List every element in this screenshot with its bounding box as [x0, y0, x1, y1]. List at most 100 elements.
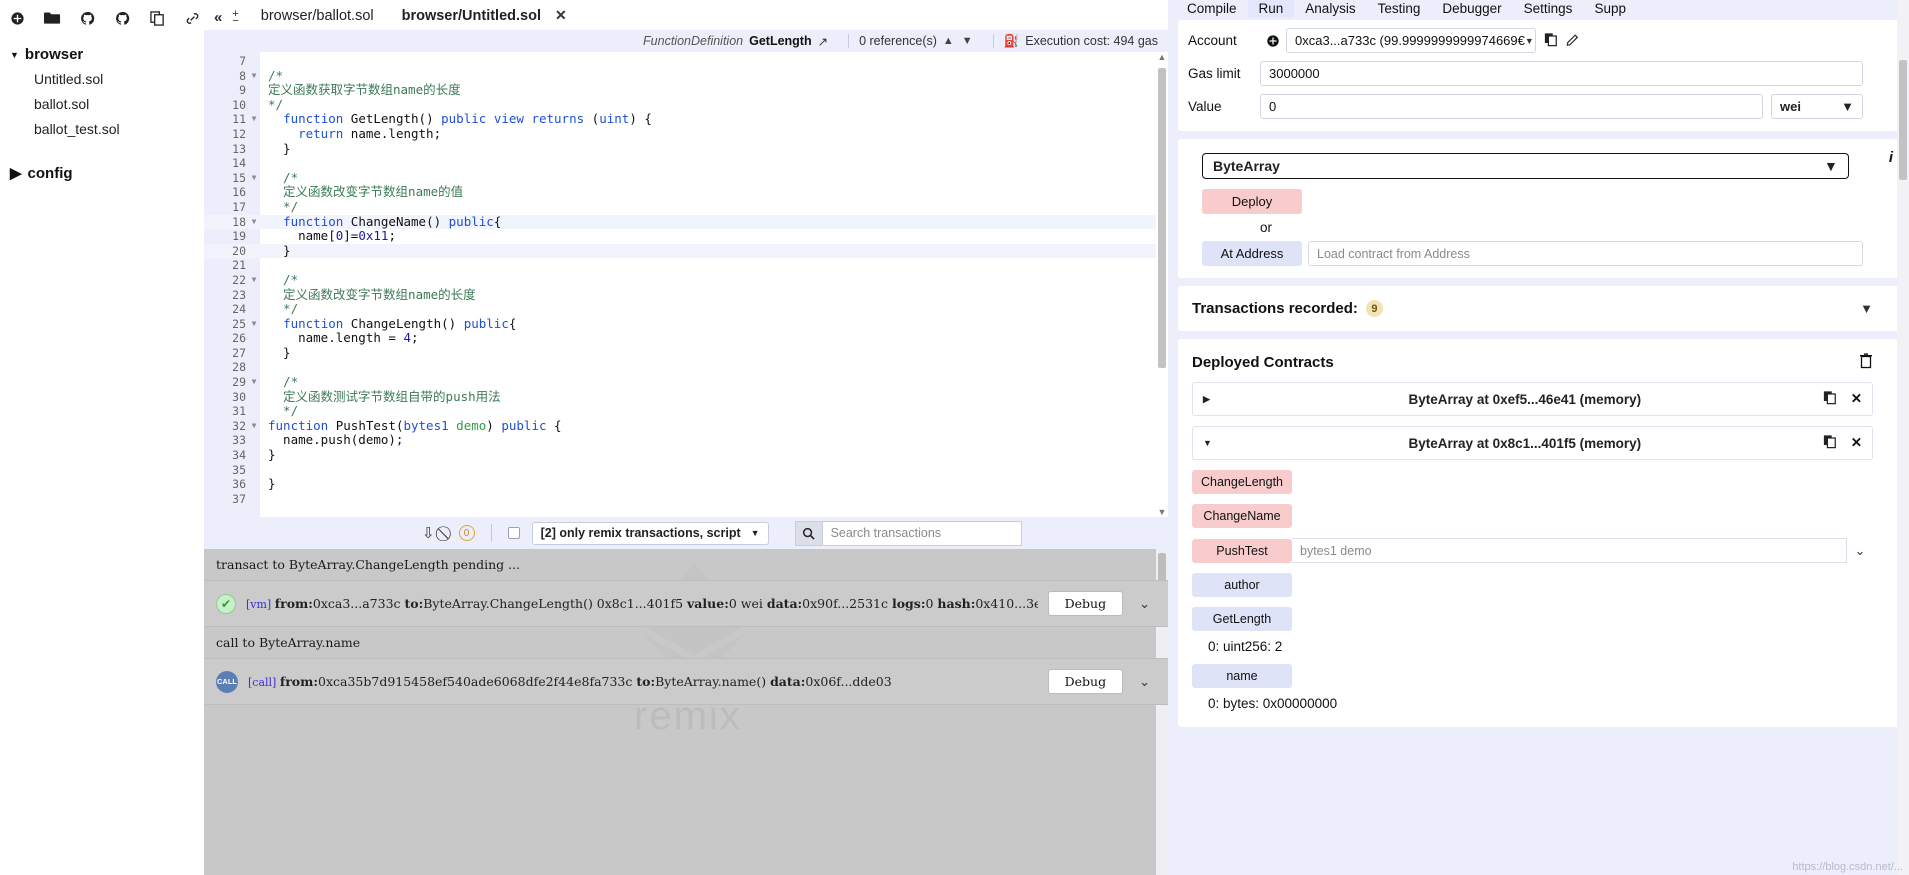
code-text: function GetLength() public view returns…: [283, 111, 652, 127]
code-editor[interactable]: 7 8 ▼/* 9 定义函数获取字节数组name的长度 10 */11 ▼ function …: [204, 52, 1168, 517]
plugin-tab-compile[interactable]: Compile: [1176, 0, 1248, 18]
tab-untitled-sol[interactable]: browser/Untitled.sol ✕: [387, 2, 581, 30]
search-input[interactable]: [821, 520, 1022, 546]
value-input[interactable]: 0: [1260, 94, 1763, 119]
fold-toggle-icon[interactable]: ▼: [248, 215, 260, 230]
info-icon[interactable]: i: [1889, 149, 1893, 166]
search-transactions[interactable]: [794, 520, 1022, 546]
plugin-tab-testing[interactable]: Testing: [1367, 0, 1432, 18]
fold-toggle-icon[interactable]: ▼: [248, 112, 260, 127]
reference-nav[interactable]: ▲ ▼: [943, 35, 973, 47]
transaction-filter-select[interactable]: [2] only remix transactions, script ▼: [531, 521, 769, 545]
fold-toggle-icon[interactable]: ▼: [248, 317, 260, 332]
fold-toggle-icon[interactable]: ▼: [248, 171, 260, 186]
function-button-pushtest[interactable]: PushTest: [1192, 538, 1292, 563]
tree-node-config[interactable]: ▶ config: [10, 164, 204, 183]
scrollbar-thumb[interactable]: [1158, 68, 1166, 368]
plugin-tab-settings[interactable]: Settings: [1513, 0, 1584, 18]
plugin-tab-debugger[interactable]: Debugger: [1431, 0, 1512, 18]
contract-select[interactable]: ByteArray ▼: [1202, 153, 1849, 179]
terminal-transaction-row[interactable]: ✔ [vm] from:0xca3...a733c to:ByteArray.Ch…: [204, 580, 1168, 627]
function-button-changelength[interactable]: ChangeLength: [1192, 470, 1292, 494]
transactions-recorded-card[interactable]: Transactions recorded: 9 ▼: [1178, 286, 1903, 331]
copy-icon[interactable]: [148, 9, 166, 27]
code-line: 18 ▼ function ChangeName() public{: [204, 214, 1168, 230]
account-select[interactable]: 0xca3...a733c (99.9999999999974669€ ▼: [1286, 28, 1536, 53]
plugin-tab-analysis[interactable]: Analysis: [1294, 0, 1366, 18]
fold-toggle-icon[interactable]: ▼: [248, 69, 260, 84]
debug-button[interactable]: Debug: [1047, 669, 1124, 694]
account-label: Account: [1188, 33, 1237, 48]
at-address-input[interactable]: Load contract from Address: [1308, 241, 1863, 266]
function-button-name[interactable]: name: [1192, 664, 1292, 688]
collapse-panel-icon[interactable]: «: [214, 9, 222, 26]
font-size-stepper[interactable]: + −: [232, 8, 238, 26]
caret-down-icon[interactable]: ▼: [1203, 438, 1227, 448]
fold-toggle-icon: [248, 492, 260, 507]
function-button-changename[interactable]: ChangeName: [1192, 504, 1292, 528]
chevron-up-icon[interactable]: ▲: [943, 35, 954, 47]
chevron-down-icon[interactable]: ▼: [1860, 301, 1873, 316]
listen-network-checkbox[interactable]: [507, 527, 520, 539]
plugin-tab-run[interactable]: Run: [1247, 0, 1295, 18]
editor-scrollbar[interactable]: ▲ ▼: [1156, 52, 1168, 517]
copy-icon[interactable]: [1823, 434, 1837, 452]
fold-toggle-icon[interactable]: ▼: [248, 273, 260, 288]
github-gist-icon[interactable]: [113, 9, 131, 27]
deployed-contract-item[interactable]: ▶ ByteArray at 0xef5...46e41 (memory) ✕: [1192, 382, 1873, 416]
file-tree: ▼ browser Untitled.sol ballot.sol ballot…: [0, 30, 204, 182]
tree-node-browser[interactable]: ▼ browser: [10, 46, 204, 63]
deployed-contract-item[interactable]: ▼ ByteArray at 0x8c1...401f5 (memory) ✕: [1192, 426, 1873, 460]
scroll-down-icon[interactable]: ▼: [1156, 507, 1168, 517]
search-icon[interactable]: [794, 520, 822, 546]
code-content[interactable]: 7 8 ▼/* 9 定义函数获取字节数组name的长度 10 */11 ▼ function …: [204, 52, 1168, 517]
plugin-tab-supp[interactable]: Supp: [1583, 0, 1637, 18]
fold-toggle-icon: [248, 185, 260, 200]
function-button-getlength[interactable]: GetLength: [1192, 607, 1292, 631]
deploy-button[interactable]: Deploy: [1202, 189, 1302, 214]
debug-button[interactable]: Debug: [1047, 591, 1124, 616]
chevrons-down-icon[interactable]: ⇩: [422, 524, 435, 542]
edit-icon[interactable]: [1566, 32, 1580, 50]
chevron-down-icon[interactable]: ⌄: [1847, 543, 1873, 559]
open-folder-icon[interactable]: [43, 9, 61, 27]
chevron-down-icon[interactable]: ⌄: [1133, 596, 1156, 612]
close-icon[interactable]: ✕: [1851, 391, 1862, 407]
account-value: 0xca3...a733c (99.9999999999974669€: [1295, 33, 1525, 48]
scroll-up-icon[interactable]: ▲: [1156, 52, 1168, 62]
chevron-down-icon[interactable]: ⌄: [1133, 674, 1156, 690]
tree-node-label: config: [27, 164, 73, 182]
segment-value: 0 wei: [728, 596, 767, 611]
symbol-name-label: GetLength: [749, 34, 812, 48]
close-icon[interactable]: ✕: [1851, 435, 1862, 451]
caret-right-icon[interactable]: ▶: [1203, 394, 1227, 405]
fold-toggle-icon[interactable]: ▼: [248, 375, 260, 390]
function-input-pushtest[interactable]: bytes1 demo: [1292, 538, 1847, 563]
tree-file-untitled[interactable]: Untitled.sol: [10, 67, 204, 92]
tree-file-ballot-test[interactable]: ballot_test.sol: [10, 117, 204, 142]
copy-icon[interactable]: [1823, 390, 1837, 408]
fold-toggle-icon[interactable]: ▼: [248, 419, 260, 434]
chevron-down-icon[interactable]: ▼: [962, 35, 973, 47]
plus-circle-icon[interactable]: [1266, 34, 1280, 48]
code-line: 31 */: [204, 403, 1168, 419]
link-icon[interactable]: [183, 9, 201, 27]
terminal-log-list: transact to ByteArray.ChangeLength pendi…: [204, 549, 1168, 705]
function-button-author[interactable]: author: [1192, 573, 1292, 597]
copy-icon[interactable]: [1544, 32, 1558, 50]
terminal-panel[interactable]: remix transact to ByteArray.ChangeLength…: [204, 549, 1168, 875]
github-publish-icon[interactable]: [78, 9, 96, 27]
at-address-button[interactable]: At Address: [1202, 241, 1302, 266]
gas-limit-input[interactable]: 3000000: [1260, 61, 1863, 86]
run-panel-scrollbar[interactable]: [1897, 0, 1909, 875]
scrollbar-thumb[interactable]: [1899, 60, 1907, 180]
tab-ballot-sol[interactable]: browser/ballot.sol: [246, 3, 388, 30]
trash-icon[interactable]: [1859, 353, 1873, 372]
goto-definition-icon[interactable]: ↗: [818, 34, 828, 49]
close-icon[interactable]: ✕: [555, 7, 567, 23]
tree-file-ballot[interactable]: ballot.sol: [10, 92, 204, 117]
new-file-icon[interactable]: [8, 9, 26, 27]
terminal-transaction-row[interactable]: CALL [call] from:0xca35b7d915458ef540ade6…: [204, 658, 1168, 705]
value-unit-select[interactable]: wei ▼: [1771, 94, 1863, 119]
contract-actions: ✕: [1823, 390, 1862, 408]
